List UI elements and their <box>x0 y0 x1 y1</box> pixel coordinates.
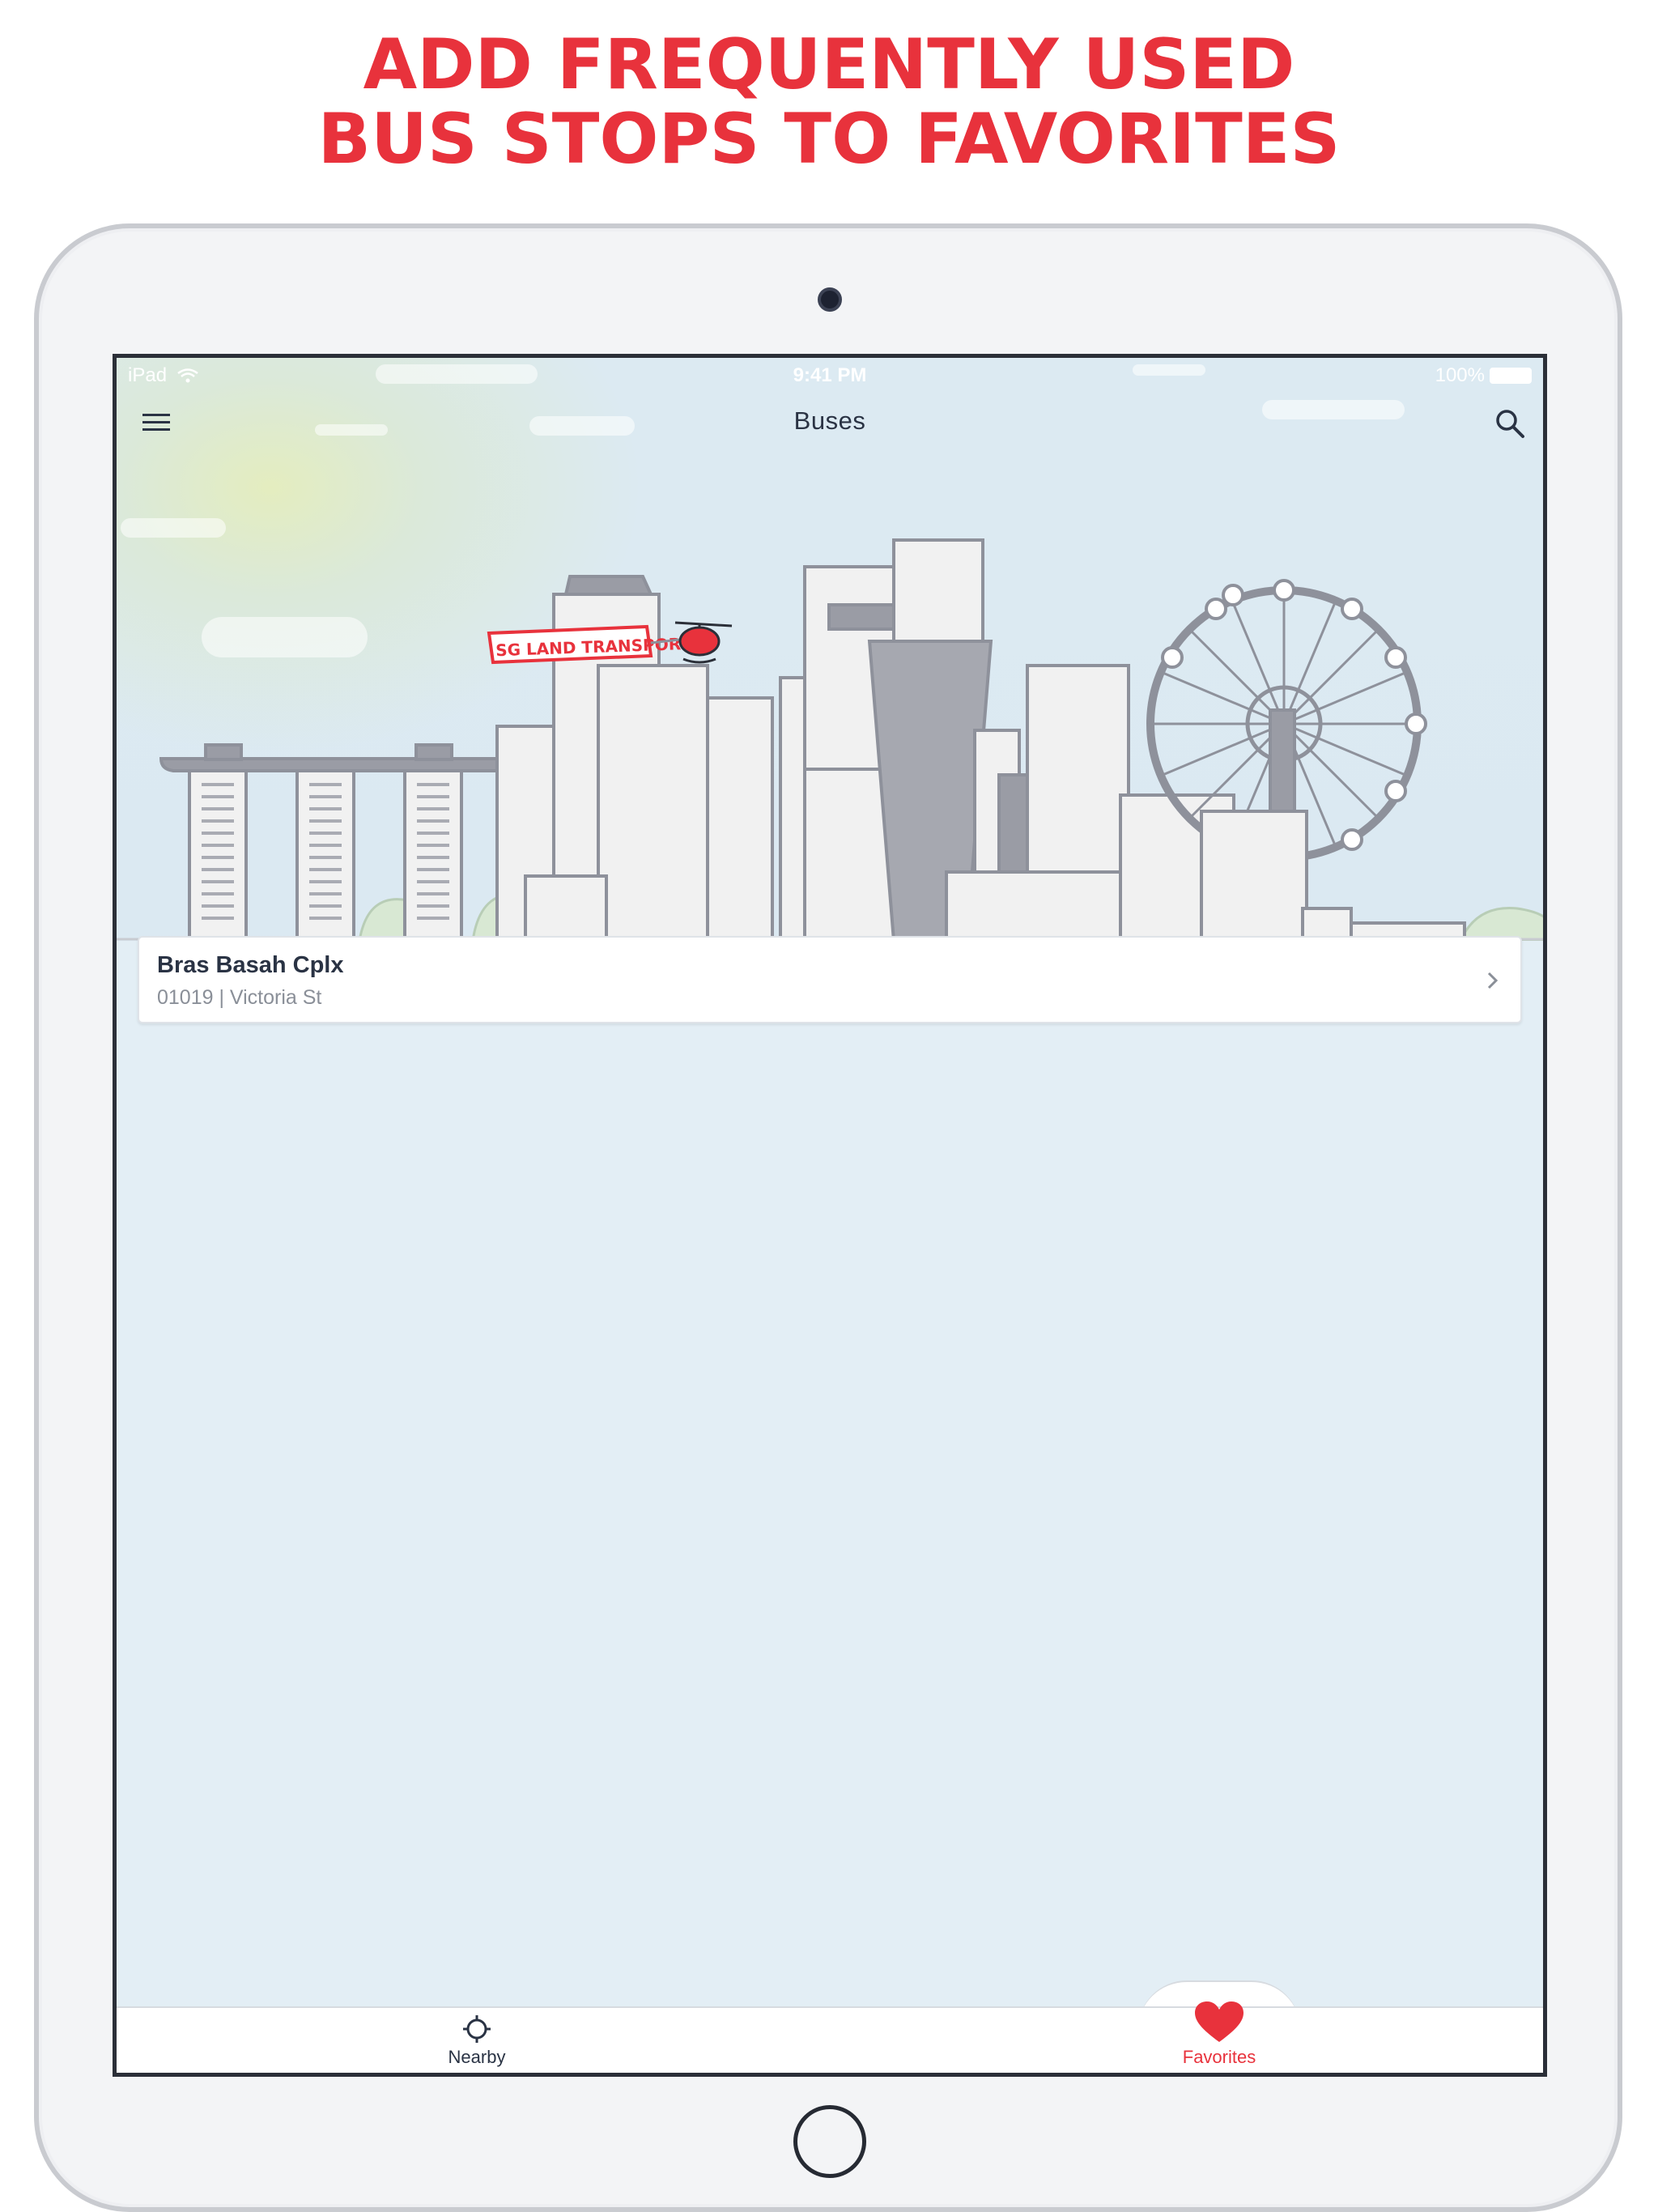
promo-headline: ADD FREQUENTLY USED BUS STOPS TO FAVORIT… <box>0 28 1658 177</box>
tab-favorites[interactable]: Favorites <box>1138 2000 1300 2068</box>
city-skyline-illustration: SG LAND TRANSPORT <box>117 538 1543 941</box>
tab-nearby[interactable]: Nearby <box>396 2014 558 2068</box>
status-time: 9:41 PM <box>793 364 867 386</box>
tab-label-favorites: Favorites <box>1182 2047 1256 2067</box>
cloud <box>121 518 226 538</box>
heart-icon <box>1195 2001 1244 2042</box>
stop-detail: 01019 | Victoria St <box>157 986 322 1009</box>
app-screen: iPad 9:41 PM 100% Buses SG LAND TRANSPOR… <box>113 354 1547 2077</box>
home-button[interactable] <box>793 2105 866 2178</box>
battery-icon <box>1490 368 1532 384</box>
camera-icon <box>818 287 842 312</box>
headline-line-2: BUS STOPS TO FAVORITES <box>317 99 1341 180</box>
headline-line-1: ADD FREQUENTLY USED <box>363 24 1295 105</box>
tab-bar: Nearby <box>117 2006 1543 2073</box>
status-battery: 100% <box>1435 364 1532 387</box>
page-title: Buses <box>793 406 866 435</box>
tab-label-nearby: Nearby <box>448 2047 506 2067</box>
chevron-right-icon <box>1487 972 1499 989</box>
favorite-stop-card[interactable]: Bras Basah Cplx 01019 | Victoria St <box>138 936 1522 1023</box>
status-bar: iPad 9:41 PM 100% <box>117 358 1543 390</box>
banner-helicopter: SG LAND TRANSPORT <box>487 621 733 665</box>
stop-name: Bras Basah Cplx <box>157 952 344 978</box>
nav-bar: Buses <box>117 390 1543 455</box>
search-icon[interactable] <box>1494 408 1525 439</box>
battery-percent: 100% <box>1435 364 1485 386</box>
crosshair-icon <box>463 2015 491 2043</box>
